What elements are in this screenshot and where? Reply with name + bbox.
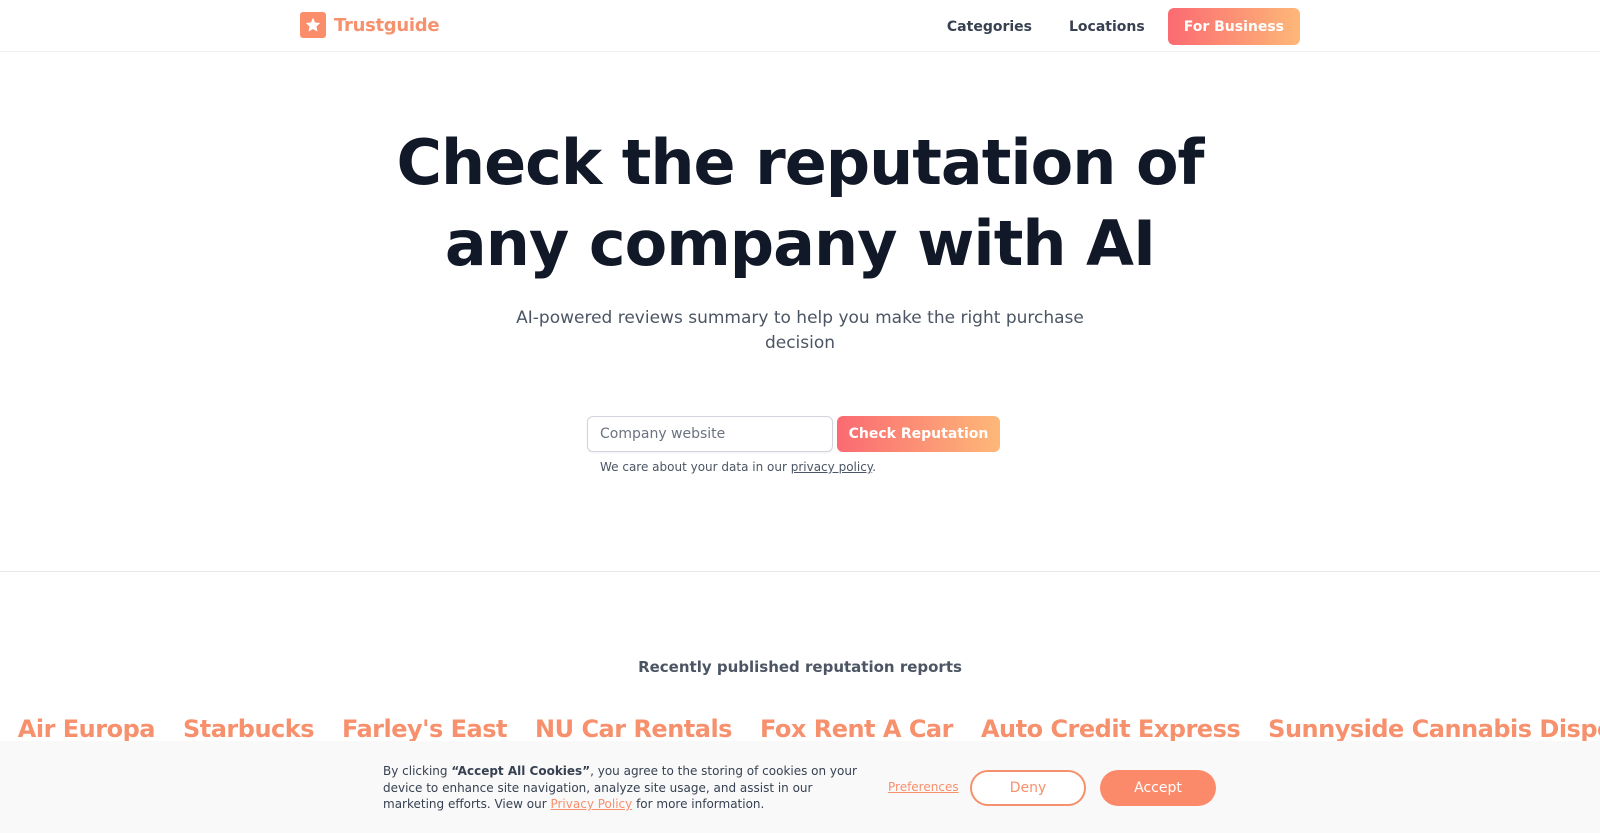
for-business-button[interactable]: For Business [1167,8,1300,45]
cookie-text-prefix: By clicking [383,764,452,778]
cookie-privacy-policy-link[interactable]: Privacy Policy [550,797,632,811]
recent-reports-title: Recently published reputation reports [638,658,962,676]
nav-locations-link[interactable]: Locations [1069,9,1145,45]
logo-text: Trustguide [334,14,440,36]
hero-subtitle: AI-powered reviews summary to help you m… [516,308,1084,353]
check-reputation-button[interactable]: Check Reputation [837,416,1000,452]
hero-title: Check the reputation of any company with… [0,122,1600,284]
privacy-note: We care about your data in our privacy p… [600,460,876,474]
privacy-policy-link[interactable]: privacy policy [791,460,872,474]
cookie-deny-button[interactable]: Deny [970,770,1086,806]
site-header: Trustguide Categories Locations For Busi… [0,0,1600,52]
cookie-text-bold: “Accept All Cookies” [451,764,591,778]
nav-categories-link[interactable]: Categories [947,9,1032,45]
hero-title-line-1: Check the reputation of [396,126,1204,199]
logo-link[interactable]: Trustguide [300,12,440,38]
company-website-input[interactable] [587,416,833,452]
cookie-text-suffix: for more information. [632,797,765,811]
main-nav: Categories Locations For Business [947,8,1300,45]
cookie-banner: By clicking “Accept All Cookies”, you ag… [0,741,1600,833]
privacy-note-suffix: . [872,460,877,474]
cookie-preferences-link[interactable]: Preferences [888,780,959,794]
cookie-accept-button[interactable]: Accept [1100,770,1216,806]
star-icon [300,12,326,38]
section-divider [0,571,1600,572]
cookie-consent-text: By clicking “Accept All Cookies”, you ag… [383,763,873,813]
privacy-note-prefix: We care about your data in our [600,460,791,474]
reputation-search-form: Check Reputation [587,416,1000,452]
hero-title-line-2: any company with AI [444,207,1156,280]
